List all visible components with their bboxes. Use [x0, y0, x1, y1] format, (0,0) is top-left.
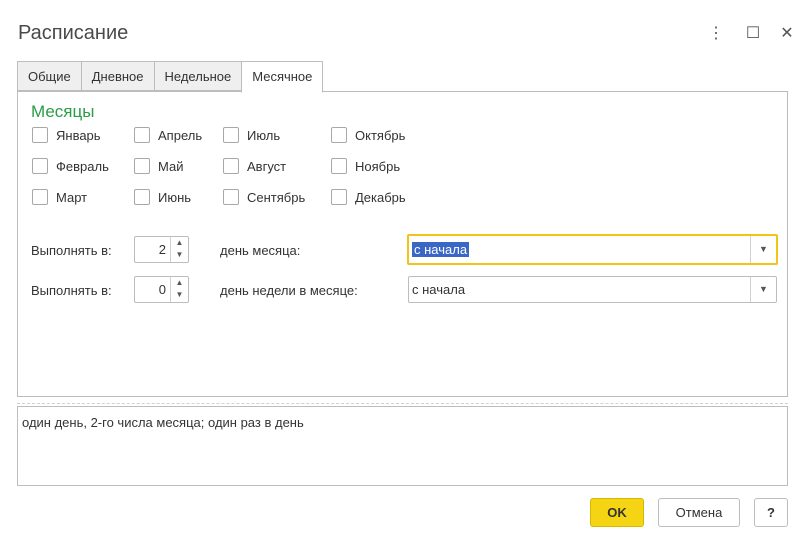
month-label: Апрель [158, 127, 203, 143]
checkbox-august[interactable] [223, 158, 239, 174]
checkbox-april[interactable] [134, 127, 150, 143]
checkbox-may[interactable] [134, 158, 150, 174]
month-label: Октябрь [355, 127, 406, 143]
weekday-in-month-stepper[interactable]: 0 ▲ ▼ [134, 276, 189, 303]
checkbox-march[interactable] [32, 189, 48, 205]
month-label: Июнь [158, 189, 192, 205]
close-icon[interactable]: ✕ [777, 24, 797, 44]
day-of-month-value[interactable]: 2 [159, 242, 166, 257]
month-label: Ноябрь [355, 158, 401, 174]
cancel-button[interactable]: Отмена [658, 498, 740, 527]
stepper-up-icon[interactable]: ▲ [171, 277, 188, 289]
month-label: Декабрь [355, 189, 406, 205]
day-of-month-label: день месяца: [220, 243, 301, 258]
ok-button[interactable]: OK [590, 498, 644, 527]
stepper-arrows: ▲ ▼ [170, 237, 188, 262]
chevron-down-icon[interactable]: ▼ [750, 236, 776, 263]
weekday-in-month-value[interactable]: 0 [159, 282, 166, 297]
month-march[interactable]: Март [32, 187, 87, 207]
month-january[interactable]: Январь [32, 125, 101, 145]
tab-monthly[interactable]: Месячное [241, 61, 324, 93]
checkbox-january[interactable] [32, 127, 48, 143]
checkbox-december[interactable] [331, 189, 347, 205]
checkbox-july[interactable] [223, 127, 239, 143]
month-label: Август [247, 158, 287, 174]
checkbox-june[interactable] [134, 189, 150, 205]
month-label: Март [56, 189, 88, 205]
checkbox-november[interactable] [331, 158, 347, 174]
monthly-panel: Месяцы Январь Февраль Март Апрель Май Ию… [17, 91, 788, 397]
more-menu-icon[interactable]: ⋮ [706, 24, 726, 44]
divider [17, 403, 788, 404]
month-november[interactable]: Ноябрь [331, 156, 400, 176]
month-april[interactable]: Апрель [134, 125, 202, 145]
weekday-in-month-origin-select[interactable]: с начала ▼ [408, 276, 777, 303]
day-of-month-origin-select[interactable]: с начала ▼ [407, 234, 778, 265]
stepper-down-icon[interactable]: ▼ [171, 289, 188, 301]
maximize-icon[interactable]: ☐ [743, 24, 763, 44]
month-september[interactable]: Сентябрь [223, 187, 305, 207]
checkbox-february[interactable] [32, 158, 48, 174]
schedule-summary: один день, 2-го числа месяца; один раз в… [17, 406, 788, 486]
run-at-label: Выполнять в: [31, 243, 112, 258]
chevron-down-icon[interactable]: ▼ [750, 277, 776, 302]
month-december[interactable]: Декабрь [331, 187, 406, 207]
month-october[interactable]: Октябрь [331, 125, 405, 145]
weekday-in-month-label: день недели в месяце: [220, 283, 358, 298]
stepper-up-icon[interactable]: ▲ [171, 237, 188, 249]
month-may[interactable]: Май [134, 156, 183, 176]
checkbox-october[interactable] [331, 127, 347, 143]
month-label: Январь [56, 127, 101, 143]
tab-daily[interactable]: Дневное [80, 61, 154, 91]
help-button[interactable]: ? [754, 498, 788, 527]
month-july[interactable]: Июль [223, 125, 280, 145]
schedule-summary-text: один день, 2-го числа месяца; один раз в… [22, 415, 304, 430]
month-february[interactable]: Февраль [32, 156, 109, 176]
stepper-down-icon[interactable]: ▼ [171, 249, 188, 261]
month-august[interactable]: Август [223, 156, 286, 176]
tab-weekly[interactable]: Недельное [153, 61, 242, 91]
month-label: Февраль [56, 158, 109, 174]
month-june[interactable]: Июнь [134, 187, 191, 207]
run-at-label: Выполнять в: [31, 283, 112, 298]
day-of-month-stepper[interactable]: 2 ▲ ▼ [134, 236, 189, 263]
day-of-month-origin-value: с начала [412, 242, 470, 257]
tab-general[interactable]: Общие [17, 61, 81, 91]
tab-bar: Общие Дневное Недельное Месячное [17, 61, 324, 93]
weekday-in-month-origin-value: с начала [412, 282, 466, 297]
month-label: Сентябрь [247, 189, 306, 205]
month-label: Май [158, 158, 184, 174]
window-title: Расписание [18, 22, 129, 44]
checkbox-september[interactable] [223, 189, 239, 205]
month-label: Июль [247, 127, 281, 143]
stepper-arrows: ▲ ▼ [170, 277, 188, 302]
months-section-title: Месяцы [31, 102, 95, 121]
